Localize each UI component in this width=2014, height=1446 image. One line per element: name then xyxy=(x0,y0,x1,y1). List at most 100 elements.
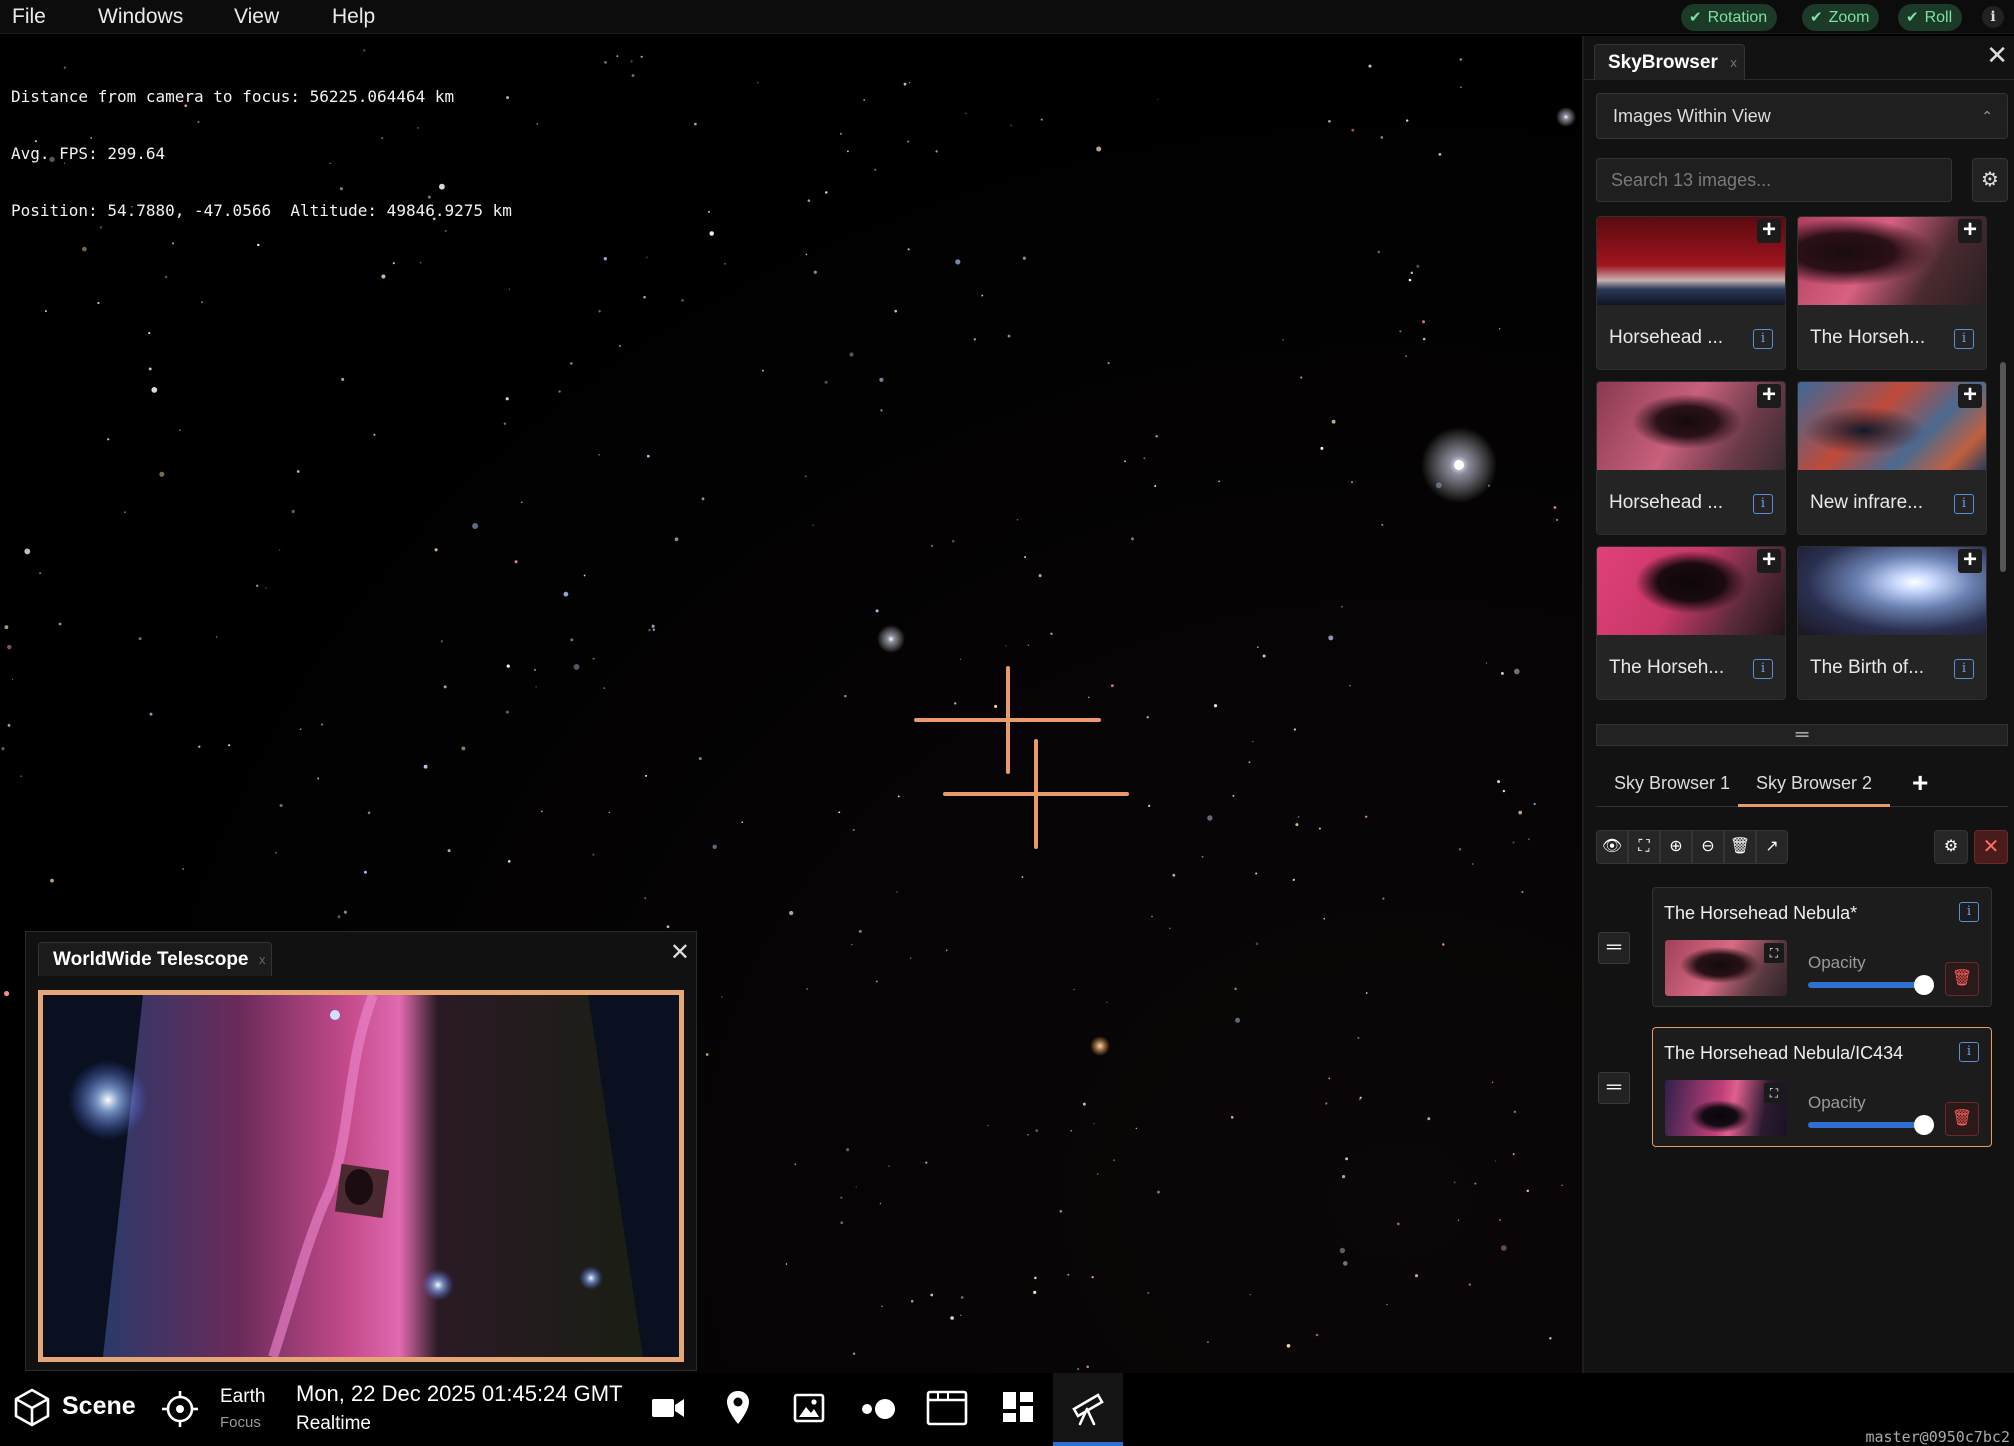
focus-icon[interactable]: ⛶ xyxy=(1628,830,1660,864)
zoom-out-icon[interactable]: ⊖ xyxy=(1692,830,1724,864)
datetime-display[interactable]: Mon, 22 Dec 2025 01:45:24 GMT xyxy=(296,1381,623,1407)
image-card[interactable]: + The Horseh... i xyxy=(1596,546,1786,700)
star xyxy=(423,764,428,769)
dashboard-icon[interactable] xyxy=(1000,1389,1036,1425)
drag-handle-icon[interactable]: ═ xyxy=(1598,1072,1630,1104)
bottom-bar: Scene Earth Focus Mon, 22 Dec 2025 01:45… xyxy=(0,1373,2014,1446)
slider-knob[interactable] xyxy=(1914,1115,1934,1135)
info-icon[interactable]: i xyxy=(1753,329,1773,349)
external-link-icon[interactable]: ↗ xyxy=(1756,830,1788,864)
eye-icon[interactable]: 👁 xyxy=(1596,830,1628,864)
zoom-in-icon[interactable]: ⊕ xyxy=(1660,830,1692,864)
skybrowser-panel: SkyBrowser x ✕ Images Within View ⌃ ⚙ + … xyxy=(1582,36,2014,1373)
menu-windows[interactable]: Windows xyxy=(86,0,195,34)
exoplanet-icon[interactable] xyxy=(858,1395,898,1423)
info-icon[interactable]: i xyxy=(1753,494,1773,514)
image-card[interactable]: + Horsehead ... i xyxy=(1596,381,1786,535)
add-icon[interactable]: + xyxy=(1757,383,1781,408)
focus-name[interactable]: Earth xyxy=(220,1386,265,1408)
star xyxy=(1077,1367,1080,1371)
star xyxy=(1512,1153,1515,1156)
layer-item[interactable]: The Horsehead Nebula/IC434 i ⛶ Opacity 🗑 xyxy=(1652,1027,1992,1147)
star xyxy=(1406,119,1409,122)
cube-icon[interactable] xyxy=(12,1387,52,1427)
tab-close-icon[interactable]: x xyxy=(259,943,266,977)
time-mode[interactable]: Realtime xyxy=(296,1413,371,1435)
star xyxy=(1286,1343,1291,1348)
zoom-toggle[interactable]: ✔ Zoom xyxy=(1802,4,1880,31)
star xyxy=(1410,271,1414,275)
telescope-button[interactable] xyxy=(1053,1373,1123,1446)
add-icon[interactable]: + xyxy=(1958,218,1982,243)
image-icon[interactable] xyxy=(792,1391,826,1425)
star xyxy=(508,288,510,290)
info-icon[interactable]: i xyxy=(1982,6,2004,28)
layer-item[interactable]: The Horsehead Nebula* i ⛶ Opacity 🗑 xyxy=(1652,887,1992,1007)
image-card[interactable]: + New infrare... i xyxy=(1797,381,1987,535)
trash-icon[interactable]: 🗑 xyxy=(1945,962,1979,996)
rotation-toggle[interactable]: ✔ Rotation xyxy=(1681,4,1778,31)
image-card[interactable]: + The Birth of... i xyxy=(1797,546,1987,700)
image-grid-scrollbar[interactable] xyxy=(2000,362,2006,572)
resize-handle[interactable]: ═ xyxy=(1596,724,2008,746)
focus-icon[interactable]: ⛶ xyxy=(1764,943,1784,963)
star xyxy=(1282,339,1284,341)
trash-icon[interactable]: 🗑 xyxy=(1945,1102,1979,1136)
star xyxy=(1408,278,1412,282)
star xyxy=(858,929,862,933)
close-icon[interactable]: ✕ xyxy=(670,938,690,967)
info-icon[interactable]: i xyxy=(1954,494,1974,514)
star xyxy=(852,1352,856,1356)
drag-handle-icon[interactable]: ═ xyxy=(1598,932,1630,964)
menu-file[interactable]: File xyxy=(0,0,58,34)
focus-crosshair-icon[interactable] xyxy=(160,1389,200,1429)
image-card[interactable]: + Horsehead ... i xyxy=(1596,216,1786,370)
star xyxy=(1234,987,1237,991)
close-icon[interactable]: ✕ xyxy=(1974,830,2008,864)
add-icon[interactable]: + xyxy=(1757,218,1781,243)
trash-icon[interactable]: 🗑 xyxy=(1724,830,1756,864)
gear-icon[interactable]: ⚙ xyxy=(1934,830,1968,864)
target-crosshair-2[interactable] xyxy=(943,739,1129,849)
info-icon[interactable]: i xyxy=(1954,329,1974,349)
layer-thumbnail: ⛶ xyxy=(1665,940,1787,996)
tab-close-icon[interactable]: x xyxy=(1730,45,1737,81)
menu-view[interactable]: View xyxy=(222,0,291,34)
star xyxy=(880,409,883,412)
tab-sky-browser-1[interactable]: Sky Browser 1 xyxy=(1614,763,1730,807)
add-icon[interactable]: + xyxy=(1958,548,1982,573)
opacity-slider[interactable] xyxy=(1808,1115,1934,1135)
opacity-slider[interactable] xyxy=(1808,975,1934,995)
skybrowser-tab[interactable]: SkyBrowser x xyxy=(1594,44,1745,80)
slider-knob[interactable] xyxy=(1914,975,1934,995)
star xyxy=(138,637,142,641)
menu-help[interactable]: Help xyxy=(320,0,387,34)
star xyxy=(82,246,87,252)
add-browser-icon[interactable]: + xyxy=(1912,763,1928,803)
star xyxy=(507,860,511,863)
target-crosshair-1[interactable] xyxy=(914,666,1101,774)
info-icon[interactable]: i xyxy=(1959,1042,1979,1062)
image-filter-select[interactable]: Images Within View ⌃ xyxy=(1596,93,2008,139)
star xyxy=(1513,1110,1517,1114)
scene-label[interactable]: Scene xyxy=(62,1392,136,1421)
roll-toggle[interactable]: ✔ Roll xyxy=(1898,4,1963,31)
star xyxy=(1416,264,1420,268)
image-search-input[interactable] xyxy=(1596,158,1952,202)
browser-window-icon[interactable] xyxy=(926,1389,968,1427)
info-icon[interactable]: i xyxy=(1959,902,1979,922)
gear-icon[interactable]: ⚙ xyxy=(1972,158,2008,202)
close-icon[interactable]: ✕ xyxy=(1986,40,2008,71)
map-pin-icon[interactable] xyxy=(724,1389,752,1427)
wwt-tab[interactable]: WorldWide Telescope x xyxy=(38,942,272,976)
wwt-image-view[interactable] xyxy=(38,990,684,1362)
image-card[interactable]: + The Horseh... i xyxy=(1797,216,1987,370)
star xyxy=(1252,740,1254,743)
add-icon[interactable]: + xyxy=(1757,548,1781,573)
camera-icon[interactable] xyxy=(650,1393,686,1423)
add-icon[interactable]: + xyxy=(1958,383,1982,408)
info-icon[interactable]: i xyxy=(1753,659,1773,679)
info-icon[interactable]: i xyxy=(1954,659,1974,679)
focus-icon[interactable]: ⛶ xyxy=(1764,1083,1784,1103)
tab-sky-browser-2[interactable]: Sky Browser 2 xyxy=(1738,763,1891,807)
